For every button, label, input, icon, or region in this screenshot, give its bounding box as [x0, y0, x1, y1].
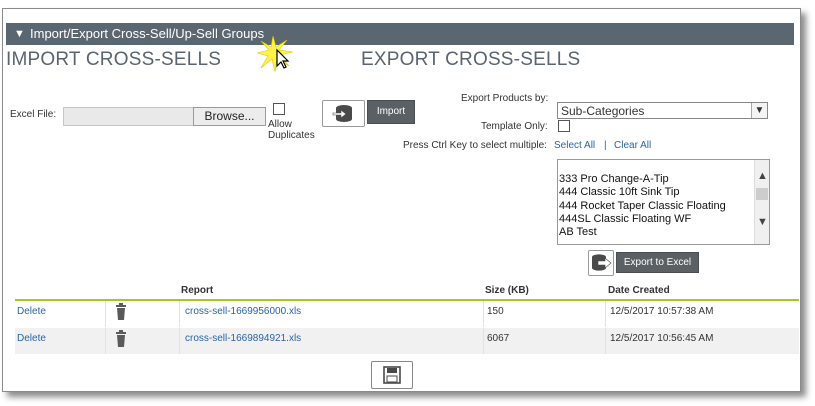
select-all-link[interactable]: Select All — [554, 140, 595, 151]
delete-link[interactable]: Delete — [17, 333, 46, 344]
template-only-checkbox[interactable] — [558, 120, 570, 132]
listbox-scrollbar[interactable]: ▲ ▼ — [754, 160, 769, 244]
column-divider — [105, 328, 106, 354]
allow-duplicates-checkbox[interactable] — [273, 103, 285, 115]
save-button[interactable] — [371, 361, 413, 389]
list-item[interactable]: 444 Classic 10ft Sink Tip — [559, 186, 726, 199]
excel-file-label: Excel File: — [10, 109, 57, 120]
export-products-label: Export Products by: — [461, 93, 549, 104]
column-header-report: Report — [181, 285, 214, 296]
clear-all-link[interactable]: Clear All — [614, 140, 651, 151]
trash-icon[interactable] — [115, 303, 127, 324]
export-title: EXPORT CROSS-SELLS — [361, 49, 581, 70]
column-header-size: Size (KB) — [485, 285, 529, 296]
section-title: Import/Export Cross-Sell/Up-Sell Groups — [30, 26, 265, 41]
chevron-down-icon[interactable]: ▼ — [751, 103, 767, 118]
scroll-up-icon[interactable]: ▲ — [757, 170, 768, 182]
file-path-field[interactable] — [63, 107, 195, 126]
template-only-label: Template Only: — [481, 121, 548, 132]
export-products-value: Sub-Categories — [561, 104, 645, 118]
table-row: Delete cross-sell-1669894921.xls 6067 12… — [15, 328, 799, 354]
export-to-excel-button[interactable]: Export to Excel — [616, 252, 699, 273]
duplicates-label: Duplicates — [268, 130, 315, 141]
subcategory-listbox[interactable]: 333 Pro Change-A-Tip 444 Classic 10ft Si… — [557, 159, 770, 245]
ctrl-hint: Press Ctrl Key to select multiple: — [403, 140, 547, 151]
report-link[interactable]: cross-sell-1669956000.xls — [185, 306, 301, 317]
size-value: 6067 — [487, 333, 510, 344]
list-item[interactable]: 333 Pro Change-A-Tip — [559, 173, 726, 186]
column-divider — [605, 328, 606, 354]
import-title: IMPORT CROSS-SELLS — [6, 49, 222, 70]
import-icon-button[interactable] — [322, 100, 365, 127]
column-divider — [483, 301, 484, 327]
scroll-down-icon[interactable]: ▼ — [757, 216, 768, 228]
list-item[interactable]: 444 Rocket Taper Classic Floating — [559, 200, 726, 213]
panel-frame: ▼ Import/Export Cross-Sell/Up-Sell Group… — [2, 8, 801, 392]
scrollbar-thumb[interactable] — [756, 188, 768, 200]
list-item[interactable]: 444SL Classic Floating WF — [559, 213, 726, 226]
export-icon-button[interactable] — [588, 250, 614, 276]
delete-link[interactable]: Delete — [17, 306, 46, 317]
column-divider — [605, 301, 606, 327]
floppy-disk-icon — [383, 366, 401, 384]
export-products-select[interactable]: Sub-Categories ▼ — [557, 102, 768, 119]
browse-button[interactable]: Browse... — [193, 107, 266, 126]
import-button[interactable]: Import — [367, 100, 415, 124]
trash-icon[interactable] — [115, 330, 127, 351]
database-import-icon — [332, 105, 352, 122]
link-divider: | — [604, 140, 607, 151]
size-value: 150 — [487, 306, 504, 317]
column-divider — [105, 301, 106, 327]
column-divider — [483, 328, 484, 354]
allow-label: Allow — [268, 119, 292, 130]
column-divider — [179, 301, 180, 327]
report-link[interactable]: cross-sell-1669894921.xls — [185, 333, 301, 344]
listbox-items: 333 Pro Change-A-Tip 444 Classic 10ft Si… — [559, 173, 726, 239]
section-header[interactable]: ▼ Import/Export Cross-Sell/Up-Sell Group… — [6, 23, 794, 45]
list-item[interactable]: AB Test — [559, 226, 726, 239]
highlight-burst-icon — [257, 36, 293, 72]
table-row: Delete cross-sell-1669956000.xls 150 12/… — [15, 301, 799, 327]
date-value: 12/5/2017 10:57:38 AM — [610, 306, 714, 317]
column-header-date: Date Created — [608, 285, 670, 296]
date-value: 12/5/2017 10:56:45 AM — [610, 333, 714, 344]
chevron-down-icon[interactable]: ▼ — [14, 23, 25, 45]
column-divider — [179, 328, 180, 354]
database-export-icon — [592, 254, 612, 271]
